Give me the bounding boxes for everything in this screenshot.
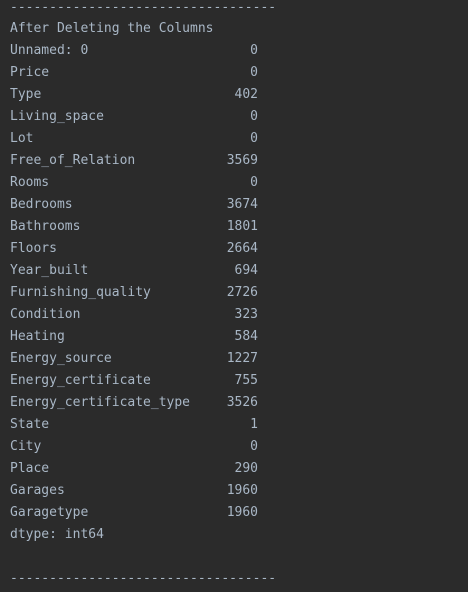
- row-key: Living_space: [10, 109, 104, 124]
- table-row: Floors 2664: [10, 238, 258, 260]
- row-value: 3674: [226, 197, 258, 212]
- row-value: 3526: [226, 395, 258, 410]
- row-key: Heating: [10, 329, 65, 344]
- row-key: Garagetype: [10, 505, 89, 520]
- table-row: Heating 584: [10, 326, 258, 348]
- row-value: 1801: [226, 219, 258, 234]
- row-value: 0: [250, 175, 258, 190]
- table-row: State 1: [10, 414, 258, 436]
- row-value: 584: [234, 329, 258, 344]
- row-value: 0: [250, 131, 258, 146]
- table-row: Bedrooms 3674: [10, 194, 258, 216]
- table-row: City 0: [10, 436, 258, 458]
- table-row: Bathrooms 1801: [10, 216, 258, 238]
- row-key: Energy_certificate: [10, 373, 151, 388]
- row-key: Garages: [10, 483, 65, 498]
- row-key: Lot: [10, 131, 34, 146]
- table-row: Condition 323: [10, 304, 258, 326]
- row-value: 2726: [226, 285, 258, 300]
- row-value: 1227: [226, 351, 258, 366]
- row-key: Unnamed: 0: [10, 43, 89, 58]
- row-key: Type: [10, 87, 42, 102]
- table-row: Energy_source 1227: [10, 348, 258, 370]
- table-row: Rooms 0: [10, 172, 258, 194]
- row-value: 755: [234, 373, 258, 388]
- row-key: City: [10, 439, 42, 454]
- row-value: 0: [250, 43, 258, 58]
- table-row: Lot 0: [10, 128, 258, 150]
- row-key: Rooms: [10, 175, 50, 190]
- row-key: Free_of_Relation: [10, 153, 136, 168]
- dtype-line: dtype: int64: [10, 527, 104, 542]
- row-value: 0: [250, 65, 258, 80]
- row-value: 2664: [226, 241, 258, 256]
- row-key: Price: [10, 65, 50, 80]
- output-heading: After Deleting the Columns: [10, 21, 214, 36]
- table-row: Garagetype 1960: [10, 502, 258, 524]
- table-row: Energy_certificate 755: [10, 370, 258, 392]
- table-row: Year_built 694: [10, 260, 258, 282]
- table-row: Free_of_Relation 3569: [10, 150, 258, 172]
- table-row: Unnamed: 0 0: [10, 40, 258, 62]
- row-key: Year_built: [10, 263, 89, 278]
- table-row: Living_space 0: [10, 106, 258, 128]
- table-row: Energy_certificate_type 3526: [10, 392, 258, 414]
- row-value: 3569: [226, 153, 258, 168]
- console-output: ---------------------------------- After…: [0, 0, 468, 592]
- table-row: Place 290: [10, 458, 258, 480]
- row-value: 323: [234, 307, 258, 322]
- row-key: Floors: [10, 241, 57, 256]
- divider-top: ----------------------------------: [10, 0, 277, 15]
- row-value: 1960: [226, 483, 258, 498]
- table-row: Garages 1960: [10, 480, 258, 502]
- row-value: 1: [250, 417, 258, 432]
- row-key: Place: [10, 461, 50, 476]
- row-key: Bathrooms: [10, 219, 81, 234]
- divider-bottom: ----------------------------------: [10, 571, 277, 586]
- table-row: Furnishing_quality 2726: [10, 282, 258, 304]
- row-key: Furnishing_quality: [10, 285, 151, 300]
- row-value: 290: [234, 461, 258, 476]
- row-key: Energy_source: [10, 351, 112, 366]
- row-value: 0: [250, 109, 258, 124]
- row-value: 0: [250, 439, 258, 454]
- table-row: Price 0: [10, 62, 258, 84]
- row-key: State: [10, 417, 50, 432]
- row-value: 694: [234, 263, 258, 278]
- row-key: Bedrooms: [10, 197, 73, 212]
- row-value: 1960: [226, 505, 258, 520]
- row-value: 402: [234, 87, 258, 102]
- row-key: Energy_certificate_type: [10, 395, 191, 410]
- row-key: Condition: [10, 307, 81, 322]
- table-row: Type 402: [10, 84, 258, 106]
